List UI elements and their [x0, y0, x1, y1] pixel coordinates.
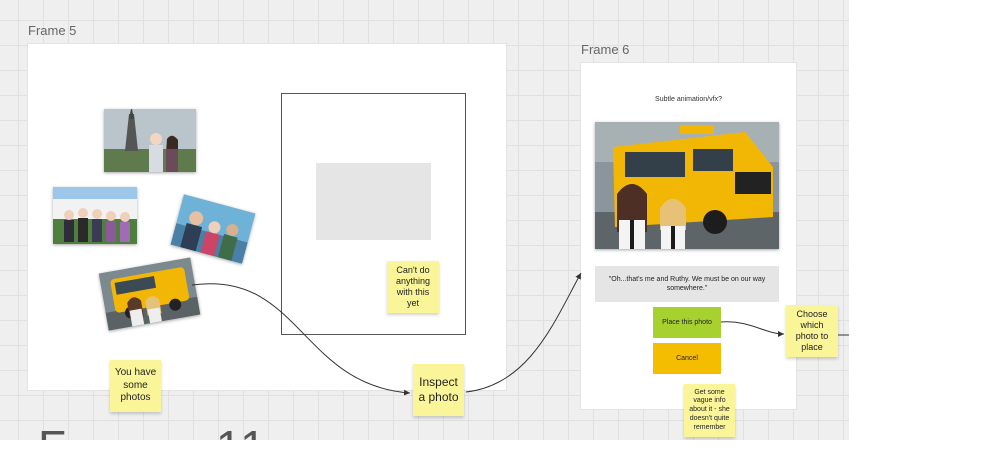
photo-placeholder — [316, 163, 431, 240]
photo-school-bus-large[interactable] — [595, 122, 779, 249]
sticky-vague-info[interactable]: Get some vague info about it - she doesn… — [684, 384, 735, 437]
frame-6-title[interactable]: Frame 6 — [581, 42, 629, 57]
partial-frame-title: F 11 — [38, 424, 268, 440]
cancel-button[interactable]: Cancel — [653, 343, 721, 374]
eiffel-photo-image — [104, 109, 196, 172]
place-photo-button[interactable]: Place this photo — [653, 307, 721, 338]
dialog-box: "Oh...that's me and Ruthy. We must be on… — [595, 266, 779, 302]
sticky-cant-do-anything[interactable]: Can't do anything with this yet — [387, 261, 439, 313]
whiteboard-canvas[interactable]: Frame 5 Can't do anything with this yet … — [0, 0, 849, 440]
photo-family-group[interactable] — [53, 187, 137, 244]
photo-eiffel-tower[interactable] — [104, 109, 196, 172]
frame-6-subtitle: Subtle animation/vfx? — [655, 96, 722, 103]
sticky-choose-photo[interactable]: Choose which photo to place — [786, 305, 838, 357]
frame-5-title[interactable]: Frame 5 — [28, 23, 76, 38]
bus-large-photo-image — [595, 122, 779, 249]
sticky-you-have-photos[interactable]: You have some photos — [110, 360, 161, 412]
family-photo-image — [53, 187, 137, 244]
dialog-text: "Oh...that's me and Ruthy. We must be on… — [608, 275, 766, 292]
sticky-inspect-photo[interactable]: Inspect a photo — [413, 364, 464, 416]
